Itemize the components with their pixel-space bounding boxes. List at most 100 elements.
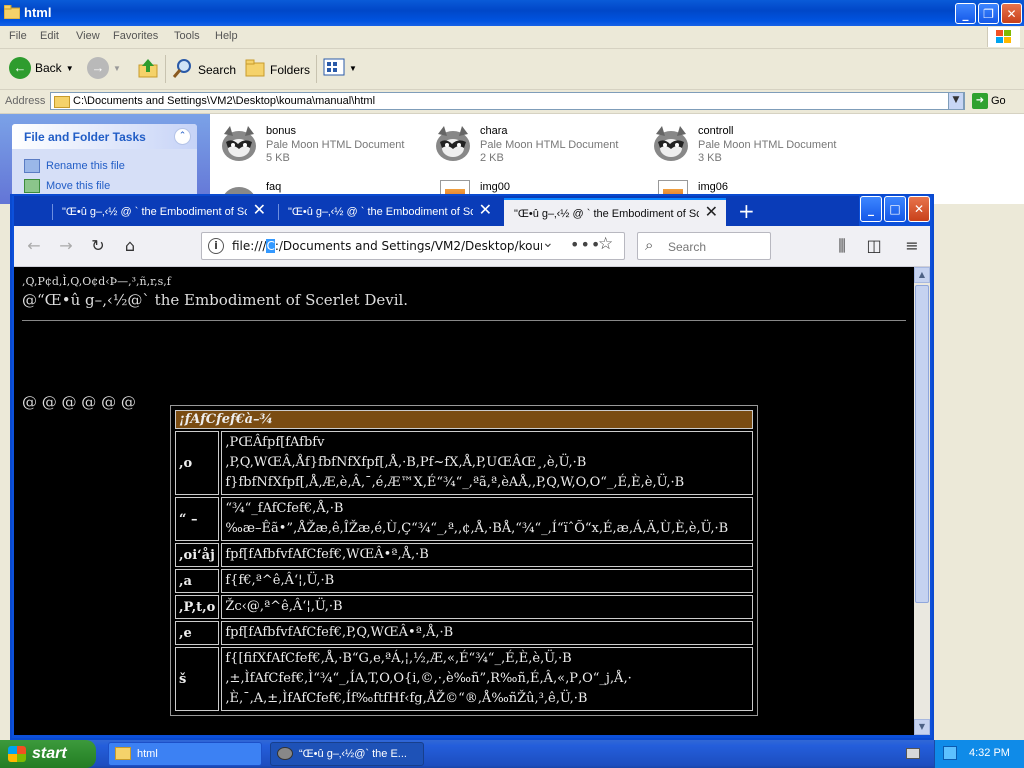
vertical-scrollbar[interactable]: ▲ ▼ xyxy=(914,267,930,735)
file-list: bonus Pale Moon HTML Document 5 KB chara… xyxy=(210,114,1024,217)
chevron-down-icon[interactable]: ⌄ xyxy=(542,235,554,251)
scroll-up-arrow-icon[interactable]: ▲ xyxy=(914,267,930,283)
up-folder-button[interactable] xyxy=(137,57,159,82)
chevron-down-icon: ▼ xyxy=(349,64,357,73)
file-item-chara[interactable]: chara Pale Moon HTML Document 2 KB xyxy=(432,118,642,168)
at-marks: @ @ @ @ @ @ xyxy=(22,393,136,411)
browser-tab-1[interactable]: "Œ•û g–‚‹½ @ ` the Embodiment of Scerlet… xyxy=(52,198,274,226)
table-row: š f{[fifXfAfCfef€‚Å,·B“G‚e,ªÁ‚¦,½‚Æ,«‚É“… xyxy=(175,647,753,711)
views-button[interactable]: ▼ xyxy=(323,57,357,80)
network-icon[interactable] xyxy=(943,746,957,760)
tasks-header[interactable]: File and Folder Tasks ⌃ xyxy=(12,124,197,149)
item-table: ¡fAfCfef€à–¾ ,o ,PŒÂfpf[fAfbfv ,P,Q,WŒÂ‚Å… xyxy=(170,405,758,716)
folder-icon xyxy=(54,96,70,108)
menu-favorites[interactable]: Favorites xyxy=(113,30,158,42)
sidebar-icon[interactable]: ◫ xyxy=(862,234,886,258)
chevron-down-icon: ▼ xyxy=(113,63,121,73)
address-text: C:\Documents and Settings\VM2\Desktop\ko… xyxy=(73,95,376,107)
page-title: @“Œ•û g–‚‹½@` the Embodiment of Scerlet … xyxy=(22,291,409,309)
collapse-chevron-icon[interactable]: ⌃ xyxy=(174,128,191,145)
menu-edit[interactable]: Edit xyxy=(40,30,59,42)
back-button[interactable]: ← Back ▼ xyxy=(9,57,74,79)
rename-icon xyxy=(24,159,40,173)
menu-tools[interactable]: Tools xyxy=(174,30,200,42)
raccoon-icon xyxy=(277,747,293,760)
folder-icon xyxy=(3,4,21,20)
menu-view[interactable]: View xyxy=(76,30,100,42)
table-row: “ – “¾“_fAfCfef€‚Å,·B ‰æ–Êã•”,ÅŽæ,ê,ÎŽæ,é… xyxy=(175,497,753,541)
page-subtitle: ,Q,P¢d,Ì,Q,O¢d‹Þ—,³,ñ,r,s,f xyxy=(22,275,171,288)
search-button[interactable]: Search xyxy=(172,57,236,82)
raccoon-icon xyxy=(650,122,692,164)
search-icon: ⌕ xyxy=(645,236,654,254)
address-input[interactable]: C:\Documents and Settings\VM2\Desktop\ko… xyxy=(50,92,965,110)
address-dropdown-button[interactable]: ▼ xyxy=(948,92,964,110)
ff-maximize-button[interactable]: □ xyxy=(884,196,906,222)
table-row: ,o ,PŒÂfpf[fAfbfv ,P,Q,WŒÂ‚Åf}fbfNfXfpf[‚… xyxy=(175,431,753,495)
explorer-toolbar: ← Back ▼ → ▼ Search Folders ▼ xyxy=(0,49,1024,90)
back-arrow-icon[interactable]: ← xyxy=(22,234,46,258)
close-button[interactable]: ✕ xyxy=(1001,3,1022,24)
raccoon-icon xyxy=(218,122,260,164)
new-tab-plus-icon[interactable]: + xyxy=(738,201,755,221)
close-tab-icon[interactable]: ✕ xyxy=(705,205,718,221)
bookmark-star-icon[interactable]: ☆ xyxy=(598,234,613,254)
folders-button[interactable]: Folders xyxy=(244,57,310,82)
library-icon[interactable]: ⫼ xyxy=(830,234,854,258)
restore-button[interactable]: ❐ xyxy=(978,3,999,24)
url-bar[interactable]: i file:///C:/Documents and Settings/VM2/… xyxy=(201,232,625,260)
start-button[interactable]: start xyxy=(0,740,96,768)
windows-flag-icon xyxy=(8,746,26,762)
search-input[interactable]: ⌕ Search xyxy=(637,232,771,260)
taskbar-button-firefox[interactable]: “Œ•û g–‚‹½@` the E... xyxy=(270,742,424,766)
firefox-window: "Œ•û g–‚‹½ @ ` the Embodiment of Scerlet… xyxy=(10,194,934,740)
home-icon[interactable]: ⌂ xyxy=(118,234,142,258)
browser-tab-3-active[interactable]: "Œ•û g–‚‹½ @ ` the Embodiment of Scerlet… xyxy=(504,198,726,226)
ff-close-button[interactable]: ✕ xyxy=(908,196,930,222)
table-row: ,e fpf[fAfbfvfAfCfef€,P,Q,WŒÂ•ª‚Å,·B xyxy=(175,621,753,645)
forward-arrow-icon: → xyxy=(87,57,109,79)
table-row: ,oi‘åj fpf[fAfbfvfAfCfef€,WŒÂ•ª‚Å,·B xyxy=(175,543,753,567)
reload-icon[interactable]: ↻ xyxy=(86,234,110,258)
menu-help[interactable]: Help xyxy=(215,30,238,42)
scroll-thumb[interactable] xyxy=(915,285,929,603)
menu-hamburger-icon[interactable]: ≡ xyxy=(900,234,924,258)
url-text: file:///C:/Documents and Settings/VM2/De… xyxy=(232,239,542,253)
info-icon[interactable]: i xyxy=(208,238,224,254)
close-tab-icon[interactable]: ✕ xyxy=(479,203,492,219)
table-row: ,a f{f€,ª^ê‚Â‘¦‚Ü,·B xyxy=(175,569,753,593)
taskbar-button-html[interactable]: html xyxy=(108,742,262,766)
page-content: ,Q,P¢d,Ì,Q,O¢d‹Þ—,³,ñ,r,s,f @“Œ•û g–‚‹½@… xyxy=(14,267,914,735)
file-item-controll[interactable]: controll Pale Moon HTML Document 3 KB xyxy=(650,118,860,168)
table-row: ,P,t,o Žc‹@,ª^ê‚Â‘¦‚Ü,·B xyxy=(175,595,753,619)
file-item-bonus[interactable]: bonus Pale Moon HTML Document 5 KB xyxy=(218,118,428,168)
browser-tab-2[interactable]: "Œ•û g–‚‹½ @ ` the Embodiment of Scerlet… xyxy=(278,198,500,226)
system-tray: 4:32 PM xyxy=(934,740,1024,768)
up-folder-icon xyxy=(137,57,159,82)
menu-bar: File Edit View Favorites Tools Help xyxy=(0,26,1024,49)
scroll-down-arrow-icon[interactable]: ▼ xyxy=(914,719,930,735)
chevron-down-icon: ▼ xyxy=(65,63,74,73)
address-bar: Address C:\Documents and Settings\VM2\De… xyxy=(0,90,1024,114)
clock[interactable]: 4:32 PM xyxy=(969,747,1010,759)
forward-arrow-icon[interactable]: → xyxy=(54,234,78,258)
keyboard-icon[interactable] xyxy=(906,748,920,759)
table-header: ¡fAfCfef€à–¾ xyxy=(175,410,753,429)
menu-file[interactable]: File xyxy=(9,30,27,42)
divider xyxy=(22,320,906,321)
search-icon xyxy=(172,57,194,82)
close-tab-icon[interactable]: ✕ xyxy=(253,203,266,219)
ff-minimize-button[interactable]: _ xyxy=(860,196,882,222)
back-arrow-icon: ← xyxy=(9,57,31,79)
tasks-pane: File and Folder Tasks ⌃ Rename this file… xyxy=(0,114,210,214)
explorer-title: html xyxy=(24,5,52,20)
move-file-link[interactable]: Move this file xyxy=(24,179,110,193)
go-button[interactable]: ➜ Go xyxy=(972,93,1006,109)
explorer-title-bar[interactable]: html _ ❐ ✕ xyxy=(0,0,1024,26)
navigation-toolbar: ← → ↻ ⌂ i file:///C:/Documents and Setti… xyxy=(14,226,930,267)
minimize-button[interactable]: _ xyxy=(955,3,976,24)
forward-button[interactable]: → ▼ xyxy=(87,57,121,79)
page-actions-icon[interactable]: ••• xyxy=(570,235,601,254)
raccoon-icon xyxy=(432,122,474,164)
rename-file-link[interactable]: Rename this file xyxy=(24,159,125,173)
